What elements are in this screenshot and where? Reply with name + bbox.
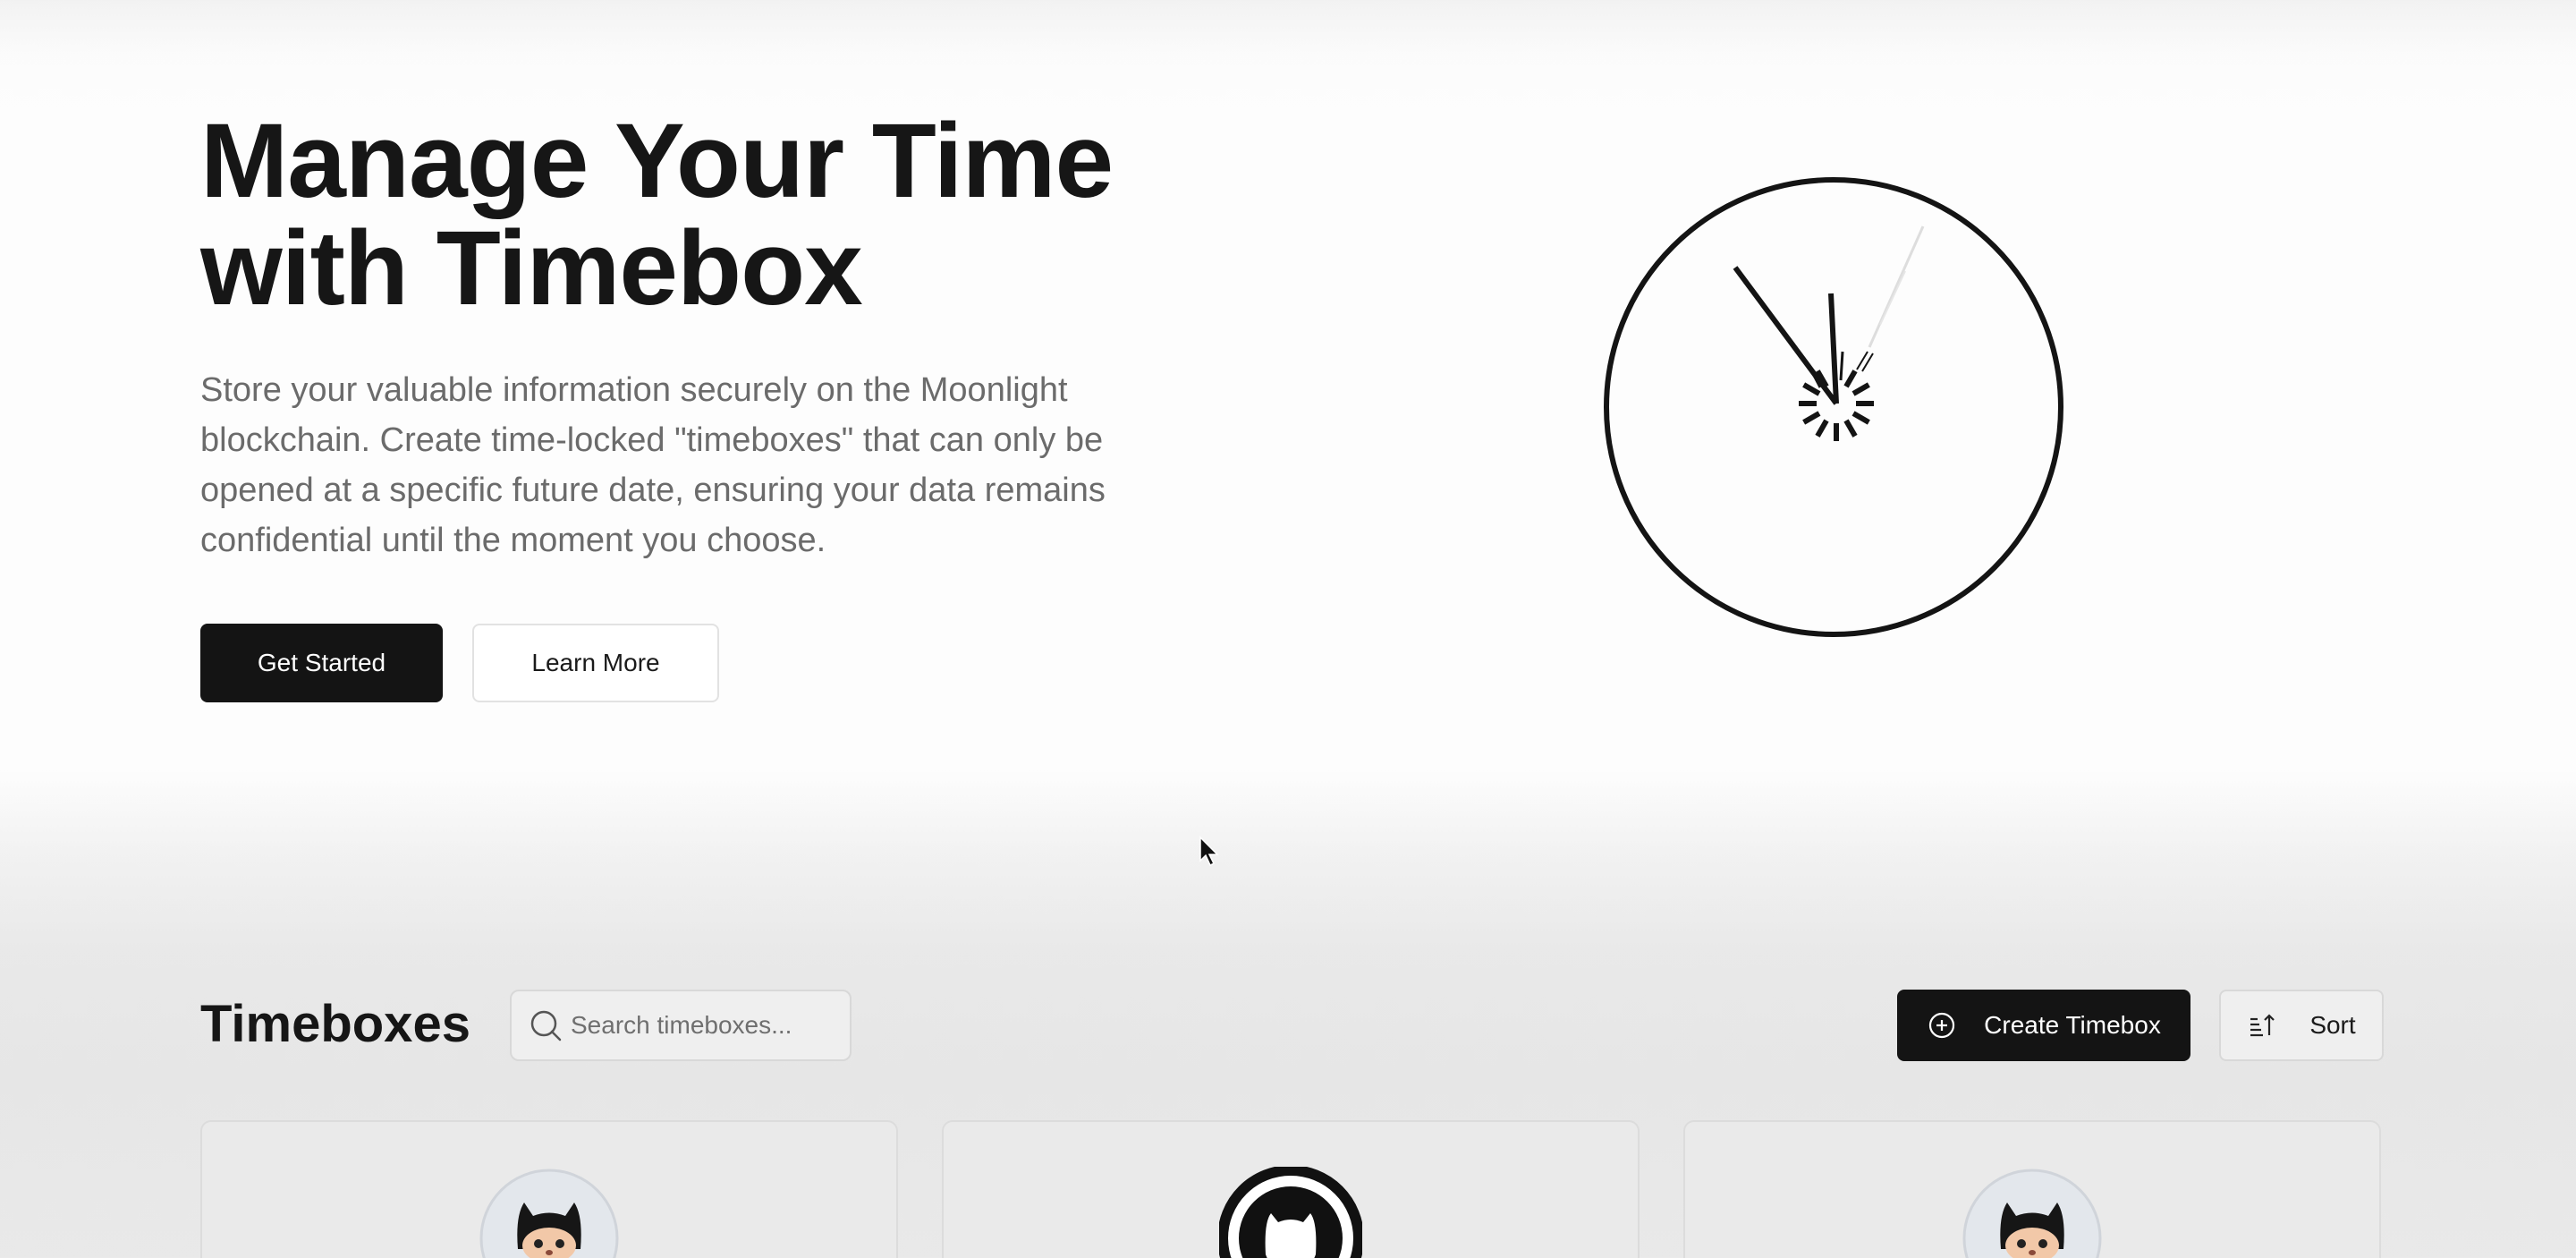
clock-illustration	[1601, 173, 2066, 638]
mouse-pointer-icon	[1199, 836, 1219, 867]
hero-title: Manage Your Time with Timebox	[200, 102, 1114, 327]
create-timebox-button[interactable]: Create Timebox	[1897, 990, 2190, 1061]
create-timebox-label: Create Timebox	[1984, 1011, 2161, 1039]
timebox-card[interactable]	[942, 1120, 1640, 1258]
clock-tick	[1802, 382, 1821, 396]
search-icon	[530, 1010, 562, 1041]
sort-ascending-icon	[2250, 1014, 2275, 1037]
clock-icon	[1604, 177, 2063, 637]
search-timeboxes[interactable]	[510, 990, 852, 1061]
hero-title-line-2: with Timebox	[200, 209, 863, 327]
hero-title-line-1: Manage Your Time	[200, 102, 1114, 220]
plus-circle-icon	[1929, 1012, 1955, 1039]
clock-tick	[1843, 370, 1858, 388]
timebox-card[interactable]	[1683, 1120, 2381, 1258]
clock-tick	[1843, 419, 1858, 438]
clock-tick	[1852, 411, 1870, 425]
get-started-button[interactable]: Get Started	[200, 624, 443, 702]
github-octocat-icon	[1962, 1169, 2102, 1258]
timeboxes-heading: Timeboxes	[200, 995, 470, 1053]
clock-tick	[1802, 411, 1821, 425]
search-input[interactable]	[569, 1010, 841, 1041]
timebox-card[interactable]	[200, 1120, 898, 1258]
learn-more-button[interactable]: Learn More	[472, 624, 719, 702]
sort-label: Sort	[2309, 1011, 2356, 1039]
github-logo-icon	[1219, 1167, 1362, 1258]
sort-button[interactable]: Sort	[2219, 990, 2384, 1061]
clock-tick	[1852, 382, 1870, 396]
hero-description: Store your valuable information securely…	[200, 371, 1106, 559]
clock-tick	[1815, 419, 1829, 438]
github-octocat-icon	[479, 1169, 619, 1258]
